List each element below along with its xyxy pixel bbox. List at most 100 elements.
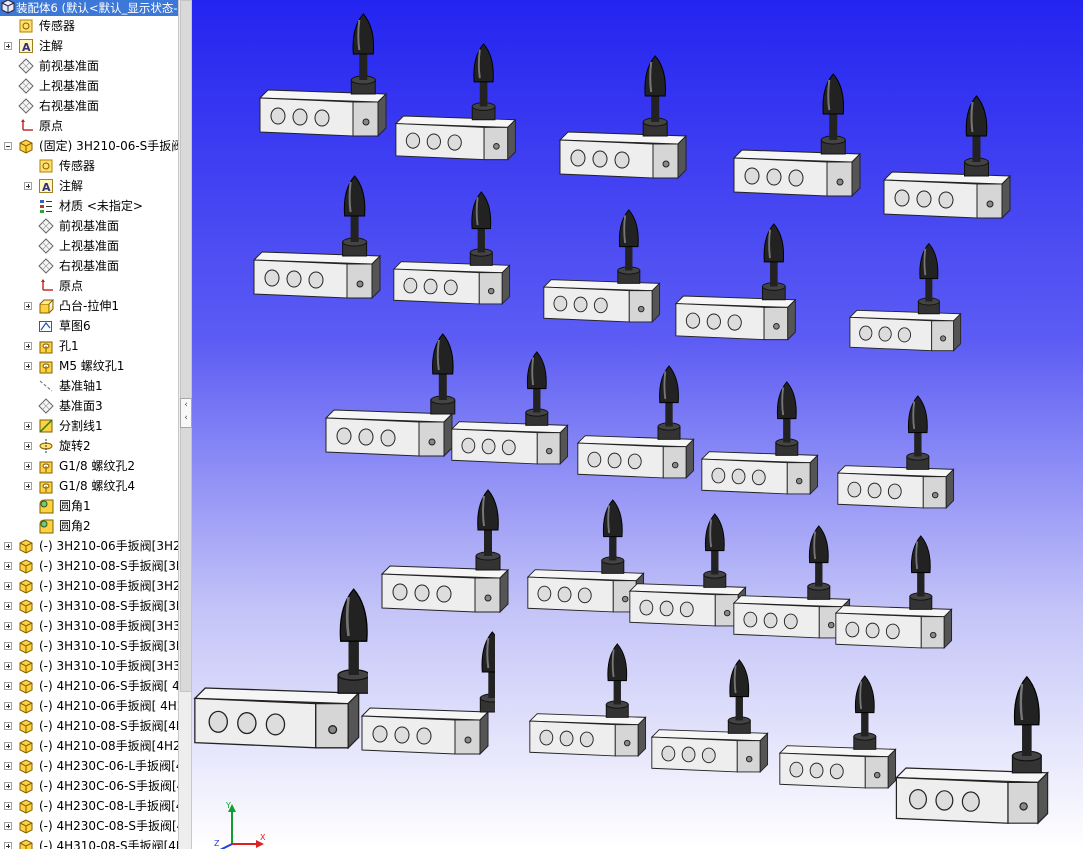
tree-item[interactable]: 上视基准面: [0, 76, 178, 96]
tree-item[interactable]: 分割线1: [0, 416, 178, 436]
panel-splitter[interactable]: ‹ ‹: [178, 0, 192, 849]
valve-model[interactable]: [558, 52, 693, 195]
tree-item[interactable]: 孔1: [0, 336, 178, 356]
tree-item[interactable]: (-) 4H210-06-S手扳阀[ 4H210-06-S手扳阀]<1>: [0, 676, 178, 696]
expand-toggle[interactable]: [4, 822, 12, 830]
tree-item[interactable]: 传感器: [0, 156, 178, 176]
tree-item[interactable]: G1/8 螺纹孔2: [0, 456, 178, 476]
tree-item[interactable]: M5 螺纹孔1: [0, 356, 178, 376]
tree-item[interactable]: G1/8 螺纹孔4: [0, 476, 178, 496]
tree-item[interactable]: (-) 4H210-08-S手扳阀[4H210-08-S手扳阀]<1>: [0, 716, 178, 736]
tree-scrollbar-thumb[interactable]: [180, 0, 192, 692]
tree-item[interactable]: (-) 4H230C-08-S手扳阀[4H230C-08-S手扳阀]<1>: [0, 816, 178, 836]
tree-root-item[interactable]: 装配体6 (默认<默认_显示状态-1>): [0, 0, 178, 16]
tree-item[interactable]: (-) 3H310-10-S手扳阀[3H310-10-S手扳阀]<1>: [0, 636, 178, 656]
collapse-toggle[interactable]: [4, 142, 12, 150]
tree-item[interactable]: A 注解: [0, 36, 178, 56]
valve-model[interactable]: [700, 378, 824, 510]
expand-toggle[interactable]: [24, 342, 32, 350]
expand-toggle[interactable]: [24, 422, 32, 430]
expand-toggle[interactable]: [4, 542, 12, 550]
valve-model[interactable]: [674, 220, 802, 356]
valve-model[interactable]: [528, 640, 652, 772]
valve-model[interactable]: [360, 628, 505, 771]
tree-item[interactable]: (-) 4H230C-06-L手扳阀[4H230C-06-L手扳阀]<1>: [0, 756, 178, 776]
tree-item[interactable]: 圆角1: [0, 496, 178, 516]
expand-toggle[interactable]: [24, 442, 32, 450]
valve-model[interactable]: [650, 656, 774, 788]
expand-toggle[interactable]: [4, 722, 12, 730]
tree-item-label: 原点: [39, 119, 64, 133]
expand-toggle[interactable]: [4, 582, 12, 590]
tree-item[interactable]: (-) 4H210-08手扳阀[4H210-08手扳阀]<1>: [0, 736, 178, 756]
valve-model[interactable]: [848, 240, 967, 366]
expand-toggle[interactable]: [4, 842, 12, 849]
valve-model[interactable]: [394, 40, 522, 176]
tree-item[interactable]: 旋转2: [0, 436, 178, 456]
expand-toggle[interactable]: [4, 602, 12, 610]
expand-toggle[interactable]: [4, 662, 12, 670]
tree-item[interactable]: (-) 4H230C-06-S手扳阀[4H230C-06-S手扳阀]<1>: [0, 776, 178, 796]
expand-toggle[interactable]: [4, 562, 12, 570]
valve-model[interactable]: [252, 172, 387, 315]
valve-model[interactable]: [542, 206, 666, 338]
tree-item[interactable]: (固定) 3H210-06-S手扳阀<1>: [0, 136, 178, 156]
tree-item[interactable]: 右视基准面: [0, 256, 178, 276]
expand-toggle[interactable]: [24, 182, 32, 190]
expand-toggle[interactable]: [4, 622, 12, 630]
valve-model[interactable]: [836, 392, 960, 524]
valve-model[interactable]: [258, 10, 393, 153]
tree-item[interactable]: 原点: [0, 276, 178, 296]
tree-item[interactable]: 原点: [0, 116, 178, 136]
valve-model[interactable]: [192, 584, 370, 769]
tree-item[interactable]: 草图6: [0, 316, 178, 336]
valve-model[interactable]: [882, 92, 1017, 235]
graphics-viewport[interactable]: Y X Z: [192, 0, 1083, 849]
expand-toggle[interactable]: [4, 42, 12, 50]
tree-item[interactable]: 基准轴1: [0, 376, 178, 396]
expand-toggle[interactable]: [4, 742, 12, 750]
tree-item[interactable]: (-) 3H210-08手扳阀[3H210-08手扳阀]<1>: [0, 576, 178, 596]
tree-item[interactable]: 右视基准面: [0, 96, 178, 116]
collapse-panel-handle[interactable]: ‹ ‹: [180, 398, 192, 428]
expand-toggle[interactable]: [4, 802, 12, 810]
valve-model[interactable]: [894, 672, 1056, 843]
valve-model[interactable]: [324, 330, 459, 473]
tree-item[interactable]: 前视基准面: [0, 216, 178, 236]
expand-toggle[interactable]: [4, 682, 12, 690]
expand-toggle[interactable]: [24, 482, 32, 490]
tree-item[interactable]: 凸台-拉伸1: [0, 296, 178, 316]
valve-model[interactable]: [778, 672, 902, 804]
valve-model[interactable]: [392, 188, 516, 320]
tree-item[interactable]: (-) 3H310-08-S手扳阀[3H310-08-S手扳阀]<1>: [0, 596, 178, 616]
expand-toggle[interactable]: [4, 702, 12, 710]
tree-item-label: 前视基准面: [59, 219, 120, 233]
tree-item[interactable]: (-) 3H210-08-S手扳阀[3H210-08-S手扳阀]<1>: [0, 556, 178, 576]
tree-item[interactable]: (-) 3H310-10手扳阀[3H310-10手扳阀]<1>: [0, 656, 178, 676]
expand-toggle[interactable]: [4, 642, 12, 650]
valve-model[interactable]: [450, 348, 574, 480]
tree-item[interactable]: 基准面3: [0, 396, 178, 416]
tree-item-label: (-) 3H210-06手扳阀[3H210-06手扳阀]<1>: [39, 539, 178, 553]
valve-model[interactable]: [380, 486, 515, 629]
expand-toggle[interactable]: [4, 782, 12, 790]
tree-item[interactable]: 上视基准面: [0, 236, 178, 256]
expand-toggle[interactable]: [24, 302, 32, 310]
tree-item[interactable]: 传感器: [0, 16, 178, 36]
expand-toggle[interactable]: [24, 362, 32, 370]
valve-model[interactable]: [732, 70, 867, 213]
valve-model[interactable]: [576, 362, 700, 494]
tree-item[interactable]: (-) 3H210-06手扳阀[3H210-06手扳阀]<1>: [0, 536, 178, 556]
tree-item[interactable]: (-) 4H230C-08-L手扳阀[4H230C-08-L手扳阀]<1>: [0, 796, 178, 816]
expand-toggle[interactable]: [4, 762, 12, 770]
tree-item[interactable]: (-) 4H310-08-S手扳阀[4H310-08-S手扳阀]<1>: [0, 836, 178, 849]
expand-toggle[interactable]: [24, 462, 32, 470]
tree-item-label: (-) 4H210-08手扳阀[4H210-08手扳阀]<1>: [39, 739, 178, 753]
tree-item[interactable]: 圆角2: [0, 516, 178, 536]
tree-item[interactable]: A 注解: [0, 176, 178, 196]
tree-item[interactable]: 材质 <未指定>: [0, 196, 178, 216]
valve-model[interactable]: [834, 532, 958, 664]
tree-item[interactable]: 前视基准面: [0, 56, 178, 76]
tree-item[interactable]: (-) 4H210-06手扳阀[ 4H210-06手扳阀]<1>: [0, 696, 178, 716]
tree-item[interactable]: (-) 3H310-08手扳阀[3H310-08手扳阀]<1>: [0, 616, 178, 636]
